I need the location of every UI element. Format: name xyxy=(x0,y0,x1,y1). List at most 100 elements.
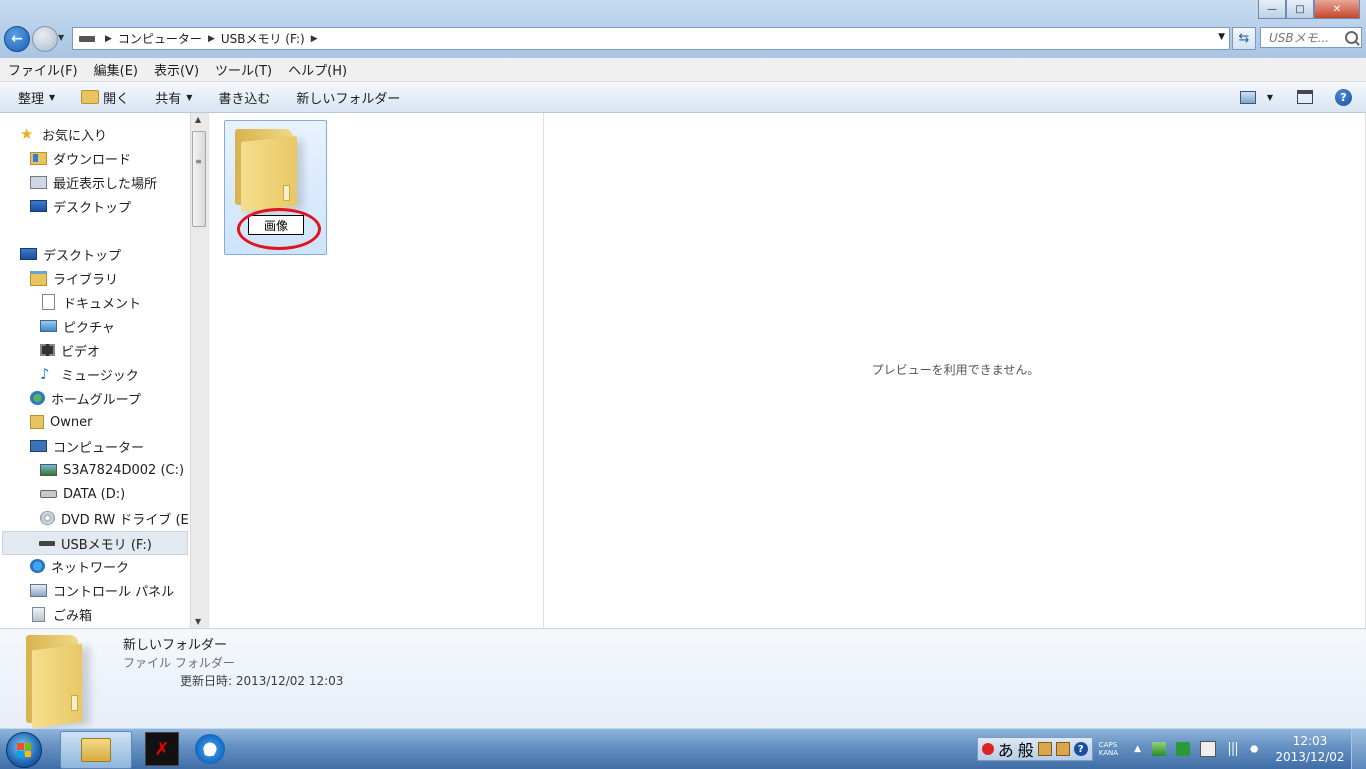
nav-computer[interactable]: コンピューター xyxy=(30,435,144,457)
nav-music[interactable]: ♪ ミュージック xyxy=(40,363,139,385)
preview-pane-icon[interactable] xyxy=(1297,90,1313,104)
libraries-icon xyxy=(30,270,47,286)
recent-places-icon xyxy=(30,175,47,189)
clock-time: 12:03 xyxy=(1292,734,1328,748)
nav-scrollbar-thumb[interactable] xyxy=(192,131,206,227)
nav-homegroup[interactable]: ホームグループ xyxy=(30,387,141,409)
maximize-button[interactable]: □ xyxy=(1286,0,1314,19)
security-check-icon[interactable] xyxy=(1176,742,1190,756)
close-icon: ✕ xyxy=(1332,3,1342,15)
file-list[interactable] xyxy=(208,113,543,628)
user-folder-icon xyxy=(30,415,44,429)
rename-input[interactable] xyxy=(248,215,304,235)
title-bar: — □ ✕ ← → ▼ ▶ コンピューター ▶ USBメモリ (F:) ▶ ▼ … xyxy=(0,0,1366,58)
ime-help-icon[interactable]: ? xyxy=(1073,742,1088,756)
nav-documents[interactable]: ドキュメント xyxy=(40,291,141,313)
ime-tools-icon[interactable] xyxy=(1055,742,1070,756)
show-desktop-button[interactable] xyxy=(1351,729,1366,769)
share-button[interactable]: 共有 ▼ xyxy=(147,88,200,107)
back-button[interactable]: ← xyxy=(4,26,30,52)
nav-control-panel[interactable]: コントロール パネル xyxy=(30,579,174,601)
search-input[interactable] xyxy=(1267,29,1341,46)
caps-kana-indicator: CAPS KANA xyxy=(1098,741,1119,757)
recent-pages-dropdown[interactable]: ▼ xyxy=(58,33,64,42)
volume-icon[interactable] xyxy=(1250,742,1264,756)
ime-language-bar[interactable]: あ 般 ? xyxy=(976,737,1093,761)
help-icon[interactable]: ? xyxy=(1335,88,1352,106)
address-bar[interactable]: ▶ コンピューター ▶ USBメモリ (F:) ▶ ▼ xyxy=(72,27,1230,50)
open-folder-icon xyxy=(81,90,100,104)
nav-favorites[interactable]: ★ お気に入り xyxy=(20,123,107,145)
desktop-icon xyxy=(20,248,37,260)
menu-tools[interactable]: ツール(T) xyxy=(207,60,280,79)
nav-drive-d[interactable]: DATA (D:) xyxy=(40,483,125,505)
refresh-button[interactable]: ⇆ xyxy=(1232,27,1256,50)
taskbar-explorer-button[interactable] xyxy=(60,731,132,769)
organize-button[interactable]: 整理 ▼ xyxy=(10,88,63,107)
scroll-up-arrow-icon[interactable]: ▲ xyxy=(195,115,201,124)
menu-help[interactable]: ヘルプ(H) xyxy=(280,60,355,79)
dvd-drive-icon xyxy=(40,511,55,525)
removable-device-icon[interactable] xyxy=(1200,741,1216,757)
action-center-flag-icon[interactable] xyxy=(1152,742,1166,756)
ime-pad-icon[interactable] xyxy=(1037,742,1052,756)
usb-drive-icon xyxy=(79,35,95,42)
new-folder-item[interactable] xyxy=(224,120,327,255)
breadcrumb-separator-icon[interactable]: ▶ xyxy=(105,34,112,44)
close-button[interactable]: ✕ xyxy=(1314,0,1360,19)
desktop-icon xyxy=(30,200,47,212)
search-icon[interactable] xyxy=(1345,31,1358,44)
nav-drive-f[interactable]: USBメモリ (F:) xyxy=(2,531,188,555)
change-view-icon[interactable] xyxy=(1239,90,1256,104)
command-bar: 整理 ▼ 開く 共有 ▼ 書き込む 新しいフォルダー ▼ ? xyxy=(0,82,1366,113)
clock[interactable]: 12:03 2013/12/02 xyxy=(1275,733,1345,765)
burn-button[interactable]: 書き込む xyxy=(210,88,278,107)
open-button[interactable]: 開く xyxy=(73,88,137,107)
minimize-button[interactable]: — xyxy=(1258,0,1286,19)
chevron-down-icon: ▼ xyxy=(186,92,193,102)
preview-pane: プレビューを利用できません。 xyxy=(543,113,1366,628)
address-dropdown-icon[interactable]: ▼ xyxy=(1218,32,1225,42)
menu-edit[interactable]: 編集(E) xyxy=(86,60,146,79)
nav-owner[interactable]: Owner xyxy=(30,411,92,433)
breadcrumb-usb-drive[interactable]: USBメモリ (F:) xyxy=(221,30,305,47)
breadcrumb-computer[interactable]: コンピューター xyxy=(118,30,202,47)
nav-drive-c[interactable]: S3A7824D002 (C:) xyxy=(40,459,184,481)
ime-conversion-mode[interactable]: 般 xyxy=(1018,737,1034,761)
details-pane: 新しいフォルダー ファイル フォルダー 更新日時: 2013/12/02 12:… xyxy=(0,628,1366,729)
nav-downloads[interactable]: ダウンロード xyxy=(30,147,131,169)
nav-libraries[interactable]: ライブラリ xyxy=(30,267,118,289)
new-folder-button[interactable]: 新しいフォルダー xyxy=(288,88,408,107)
nav-drive-e[interactable]: DVD RW ドライブ (E:) xyxy=(40,507,190,529)
back-arrow-icon: ← xyxy=(11,31,23,47)
nav-pictures[interactable]: ピクチャ xyxy=(40,315,115,337)
menu-file[interactable]: ファイル(F) xyxy=(0,60,86,79)
start-button[interactable] xyxy=(6,732,42,768)
show-hidden-icons-icon[interactable]: ▲ xyxy=(1134,744,1141,754)
breadcrumb-separator-icon[interactable]: ▶ xyxy=(208,34,215,44)
breadcrumb-separator-icon[interactable]: ▶ xyxy=(311,34,318,44)
scroll-grip-icon: ≡ xyxy=(195,157,202,166)
homegroup-icon xyxy=(30,391,45,405)
view-options-chevron-icon[interactable]: ▼ xyxy=(1267,93,1273,102)
menu-bar: ファイル(F) 編集(E) 表示(V) ツール(T) ヘルプ(H) xyxy=(0,58,1366,82)
nav-desktop[interactable]: デスクトップ xyxy=(20,243,121,265)
details-folder-icon xyxy=(26,635,88,729)
preview-unavailable-message: プレビューを利用できません。 xyxy=(871,363,1040,377)
nav-scrollbar[interactable]: ▲ ≡ ▼ xyxy=(190,113,208,628)
search-box[interactable] xyxy=(1260,27,1362,48)
chevron-down-icon: ▼ xyxy=(49,92,56,102)
network-signal-icon[interactable] xyxy=(1226,742,1240,756)
nav-desktop-favorite[interactable]: デスクトップ xyxy=(30,195,131,217)
menu-view[interactable]: 表示(V) xyxy=(146,60,207,79)
ime-input-mode[interactable]: あ xyxy=(998,737,1014,761)
scroll-down-arrow-icon[interactable]: ▼ xyxy=(195,617,201,626)
window-controls: — □ ✕ xyxy=(1258,0,1360,19)
taskbar-ie-button[interactable]: e xyxy=(182,731,238,767)
forward-button[interactable]: → xyxy=(32,26,58,52)
nav-videos[interactable]: ビデオ xyxy=(40,339,100,361)
nav-recent-places[interactable]: 最近表示した場所 xyxy=(30,171,157,193)
control-panel-icon xyxy=(30,583,47,597)
nav-network[interactable]: ネットワーク xyxy=(30,555,129,577)
nav-recycle-bin[interactable]: ごみ箱 xyxy=(30,603,92,625)
